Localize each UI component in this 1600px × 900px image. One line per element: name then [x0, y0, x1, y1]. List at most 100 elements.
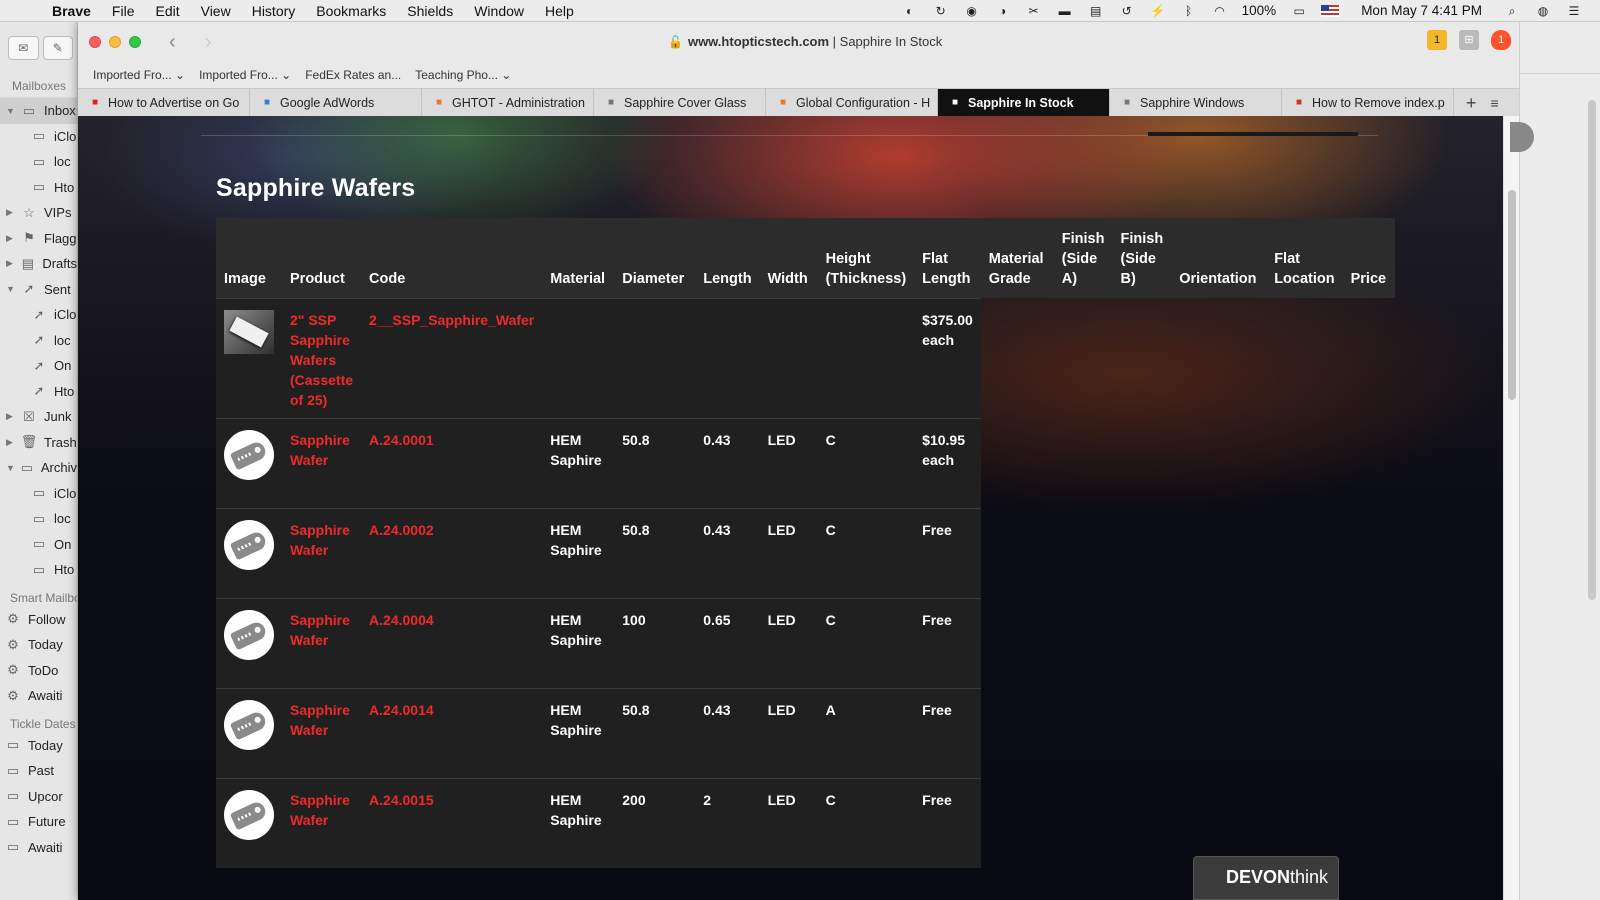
- mailbox-item[interactable]: ▭ loc: [0, 149, 77, 175]
- mailbox-item[interactable]: ▶ ⚑ Flagg: [0, 226, 77, 252]
- disclosure-triangle-icon[interactable]: ▶: [6, 233, 16, 244]
- menu-brave[interactable]: Brave: [52, 3, 91, 19]
- time-machine-icon[interactable]: ↺: [1119, 4, 1135, 18]
- product-link[interactable]: Sapphire Wafer: [290, 432, 350, 468]
- code-link[interactable]: A.24.0004: [369, 612, 434, 628]
- column-header-product[interactable]: Product: [282, 218, 362, 298]
- cloud-icon[interactable]: ◉: [964, 4, 980, 18]
- mailbox-item[interactable]: ⚙ Today: [0, 632, 77, 658]
- cell-code[interactable]: 2__SSP_Sapphire_Wafer: [361, 297, 543, 418]
- mailbox-item[interactable]: ➚ Hto: [0, 379, 77, 405]
- product-link[interactable]: Sapphire Wafer: [290, 702, 350, 738]
- disclosure-triangle-icon[interactable]: ▶: [6, 258, 15, 269]
- scissors-icon[interactable]: ✂: [1026, 4, 1042, 18]
- tab-google-adwords[interactable]: ■ Google AdWords: [250, 89, 422, 116]
- unlocked-icon[interactable]: 🔓: [668, 35, 683, 49]
- disclosure-triangle-icon[interactable]: ▼: [6, 106, 16, 116]
- tab-ghtot-administration[interactable]: ■ GHTOT - Administration: [422, 89, 594, 116]
- tab-sapphire-in-stock[interactable]: ■ Sapphire In Stock: [938, 89, 1110, 116]
- code-link[interactable]: A.24.0001: [369, 432, 434, 448]
- column-header-orientation[interactable]: Orientation: [1171, 218, 1267, 298]
- mailbox-item[interactable]: ▶ ☒ Junk: [0, 404, 77, 430]
- bookmark-item[interactable]: Teaching Pho... ⌄: [415, 68, 511, 82]
- mailboxes-header[interactable]: Mailboxes: [0, 74, 77, 98]
- extension-icon[interactable]: ⊞: [1459, 30, 1479, 50]
- tab-global-configuration-h[interactable]: ■ Global Configuration - H: [766, 89, 938, 116]
- cell-product[interactable]: Sapphire Wafer: [282, 777, 362, 868]
- battery-icon[interactable]: ▭: [1291, 4, 1307, 18]
- code-link[interactable]: A.24.0015: [369, 792, 434, 808]
- keyboard-icon[interactable]: ▤: [1088, 4, 1104, 18]
- disclosure-triangle-icon[interactable]: ▼: [6, 284, 16, 294]
- mailbox-item[interactable]: ▶ 🗑 Trash: [0, 430, 77, 456]
- mailbox-item[interactable]: ▼ ▭ Archiv: [0, 455, 77, 481]
- disclosure-triangle-icon[interactable]: ▶: [6, 437, 16, 448]
- address-bar[interactable]: 🔓 www.htopticstech.com | Sapphire In Stoc…: [668, 34, 942, 49]
- devonthink-overlay[interactable]: DEVONthink: [1193, 856, 1339, 900]
- minimize-window-button[interactable]: [109, 36, 121, 48]
- mailbox-item[interactable]: ▶ ▤ Drafts: [0, 251, 77, 277]
- cell-code[interactable]: A.24.0004: [361, 597, 543, 688]
- tab-sapphire-cover-glass[interactable]: ■ Sapphire Cover Glass: [594, 89, 766, 116]
- cell-code[interactable]: A.24.0001: [361, 417, 543, 508]
- product-link[interactable]: 2" SSP Sapphire Wafers (Cassette of 25): [290, 312, 353, 408]
- mailbox-item[interactable]: ⚙ Awaiti: [0, 683, 77, 709]
- clock[interactable]: Mon May 7 4:41 PM: [1361, 3, 1482, 18]
- menu-file[interactable]: File: [112, 3, 135, 19]
- mailbox-item[interactable]: ⚙ ToDo: [0, 658, 77, 684]
- column-header-height-thickness[interactable]: Height (Thickness): [817, 218, 915, 298]
- notification-center-icon[interactable]: ☰: [1566, 4, 1582, 18]
- price-tag-icon[interactable]: [224, 789, 274, 840]
- code-link[interactable]: A.24.0014: [369, 702, 434, 718]
- product-link[interactable]: Sapphire Wafer: [290, 522, 350, 558]
- mailbox-item[interactable]: ➚ iClo: [0, 302, 77, 328]
- menu-edit[interactable]: Edit: [155, 3, 179, 19]
- column-header-code[interactable]: Code: [361, 218, 543, 298]
- scrollbar-thumb[interactable]: [1508, 190, 1516, 400]
- mailbox-item[interactable]: ➚ On: [0, 353, 77, 379]
- price-tag-icon[interactable]: [224, 609, 274, 660]
- column-header-material[interactable]: Material: [542, 218, 615, 298]
- mailbox-item[interactable]: ▭ iClo: [0, 481, 77, 507]
- mailbox-item[interactable]: ▭ iClo: [0, 124, 77, 150]
- display-icon[interactable]: ▬: [1057, 4, 1073, 18]
- price-tag-icon[interactable]: [224, 429, 274, 480]
- mailbox-item[interactable]: ▭ Upcor: [0, 784, 77, 810]
- mailbox-item[interactable]: ➚ loc: [0, 328, 77, 354]
- tab-how-to-remove-index-p[interactable]: ■ How to Remove index.p: [1282, 89, 1454, 116]
- spotlight-search-icon[interactable]: ⌕: [1504, 4, 1520, 18]
- bookmark-item[interactable]: FedEx Rates an...: [305, 68, 401, 82]
- siri-icon[interactable]: ◍: [1535, 4, 1551, 18]
- new-tab-plus-icon[interactable]: +: [1466, 89, 1477, 116]
- cell-product[interactable]: Sapphire Wafer: [282, 507, 362, 598]
- column-header-length[interactable]: Length: [695, 218, 760, 298]
- mailbox-item[interactable]: ▭ Hto: [0, 175, 77, 201]
- menu-help[interactable]: Help: [545, 3, 574, 19]
- code-link[interactable]: A.24.0002: [369, 522, 434, 538]
- cell-product[interactable]: 2" SSP Sapphire Wafers (Cassette of 25): [282, 297, 362, 418]
- product-link[interactable]: Sapphire Wafer: [290, 792, 350, 828]
- mailbox-item[interactable]: ▼ ➚ Sent: [0, 277, 77, 303]
- mailbox-item[interactable]: ▶ ☆ VIPs: [0, 200, 77, 226]
- page-scrollbar[interactable]: [1503, 116, 1519, 900]
- compose-icon[interactable]: ✉: [8, 36, 39, 60]
- column-header-diameter[interactable]: Diameter: [614, 218, 696, 298]
- bookmark-item[interactable]: Imported Fro... ⌄: [93, 68, 185, 82]
- wafer-cassette-photo[interactable]: [224, 309, 274, 354]
- disclosure-triangle-icon[interactable]: ▶: [6, 411, 16, 422]
- close-window-button[interactable]: [89, 36, 101, 48]
- bluetooth-icon[interactable]: ᛒ: [1181, 4, 1197, 18]
- price-tag-icon[interactable]: [224, 519, 274, 570]
- power-icon[interactable]: ⚡: [1150, 4, 1166, 18]
- forward-arrow-icon[interactable]: ›: [205, 31, 221, 54]
- wechat-icon[interactable]: ◐: [902, 4, 918, 18]
- column-header-material-grade[interactable]: Material Grade: [980, 218, 1054, 298]
- tab-how-to-advertise-on-go[interactable]: ■ How to Advertise on Go: [78, 89, 250, 116]
- contrast-icon[interactable]: ◑: [995, 4, 1011, 18]
- mailbox-item[interactable]: ⚙ Follow: [0, 607, 77, 633]
- cell-product[interactable]: Sapphire Wafer: [282, 687, 362, 778]
- zoom-window-button[interactable]: [129, 36, 141, 48]
- bat-rewards-icon[interactable]: 1: [1427, 30, 1447, 50]
- cell-product[interactable]: Sapphire Wafer: [282, 417, 362, 508]
- mailbox-item[interactable]: ▭ Past: [0, 758, 77, 784]
